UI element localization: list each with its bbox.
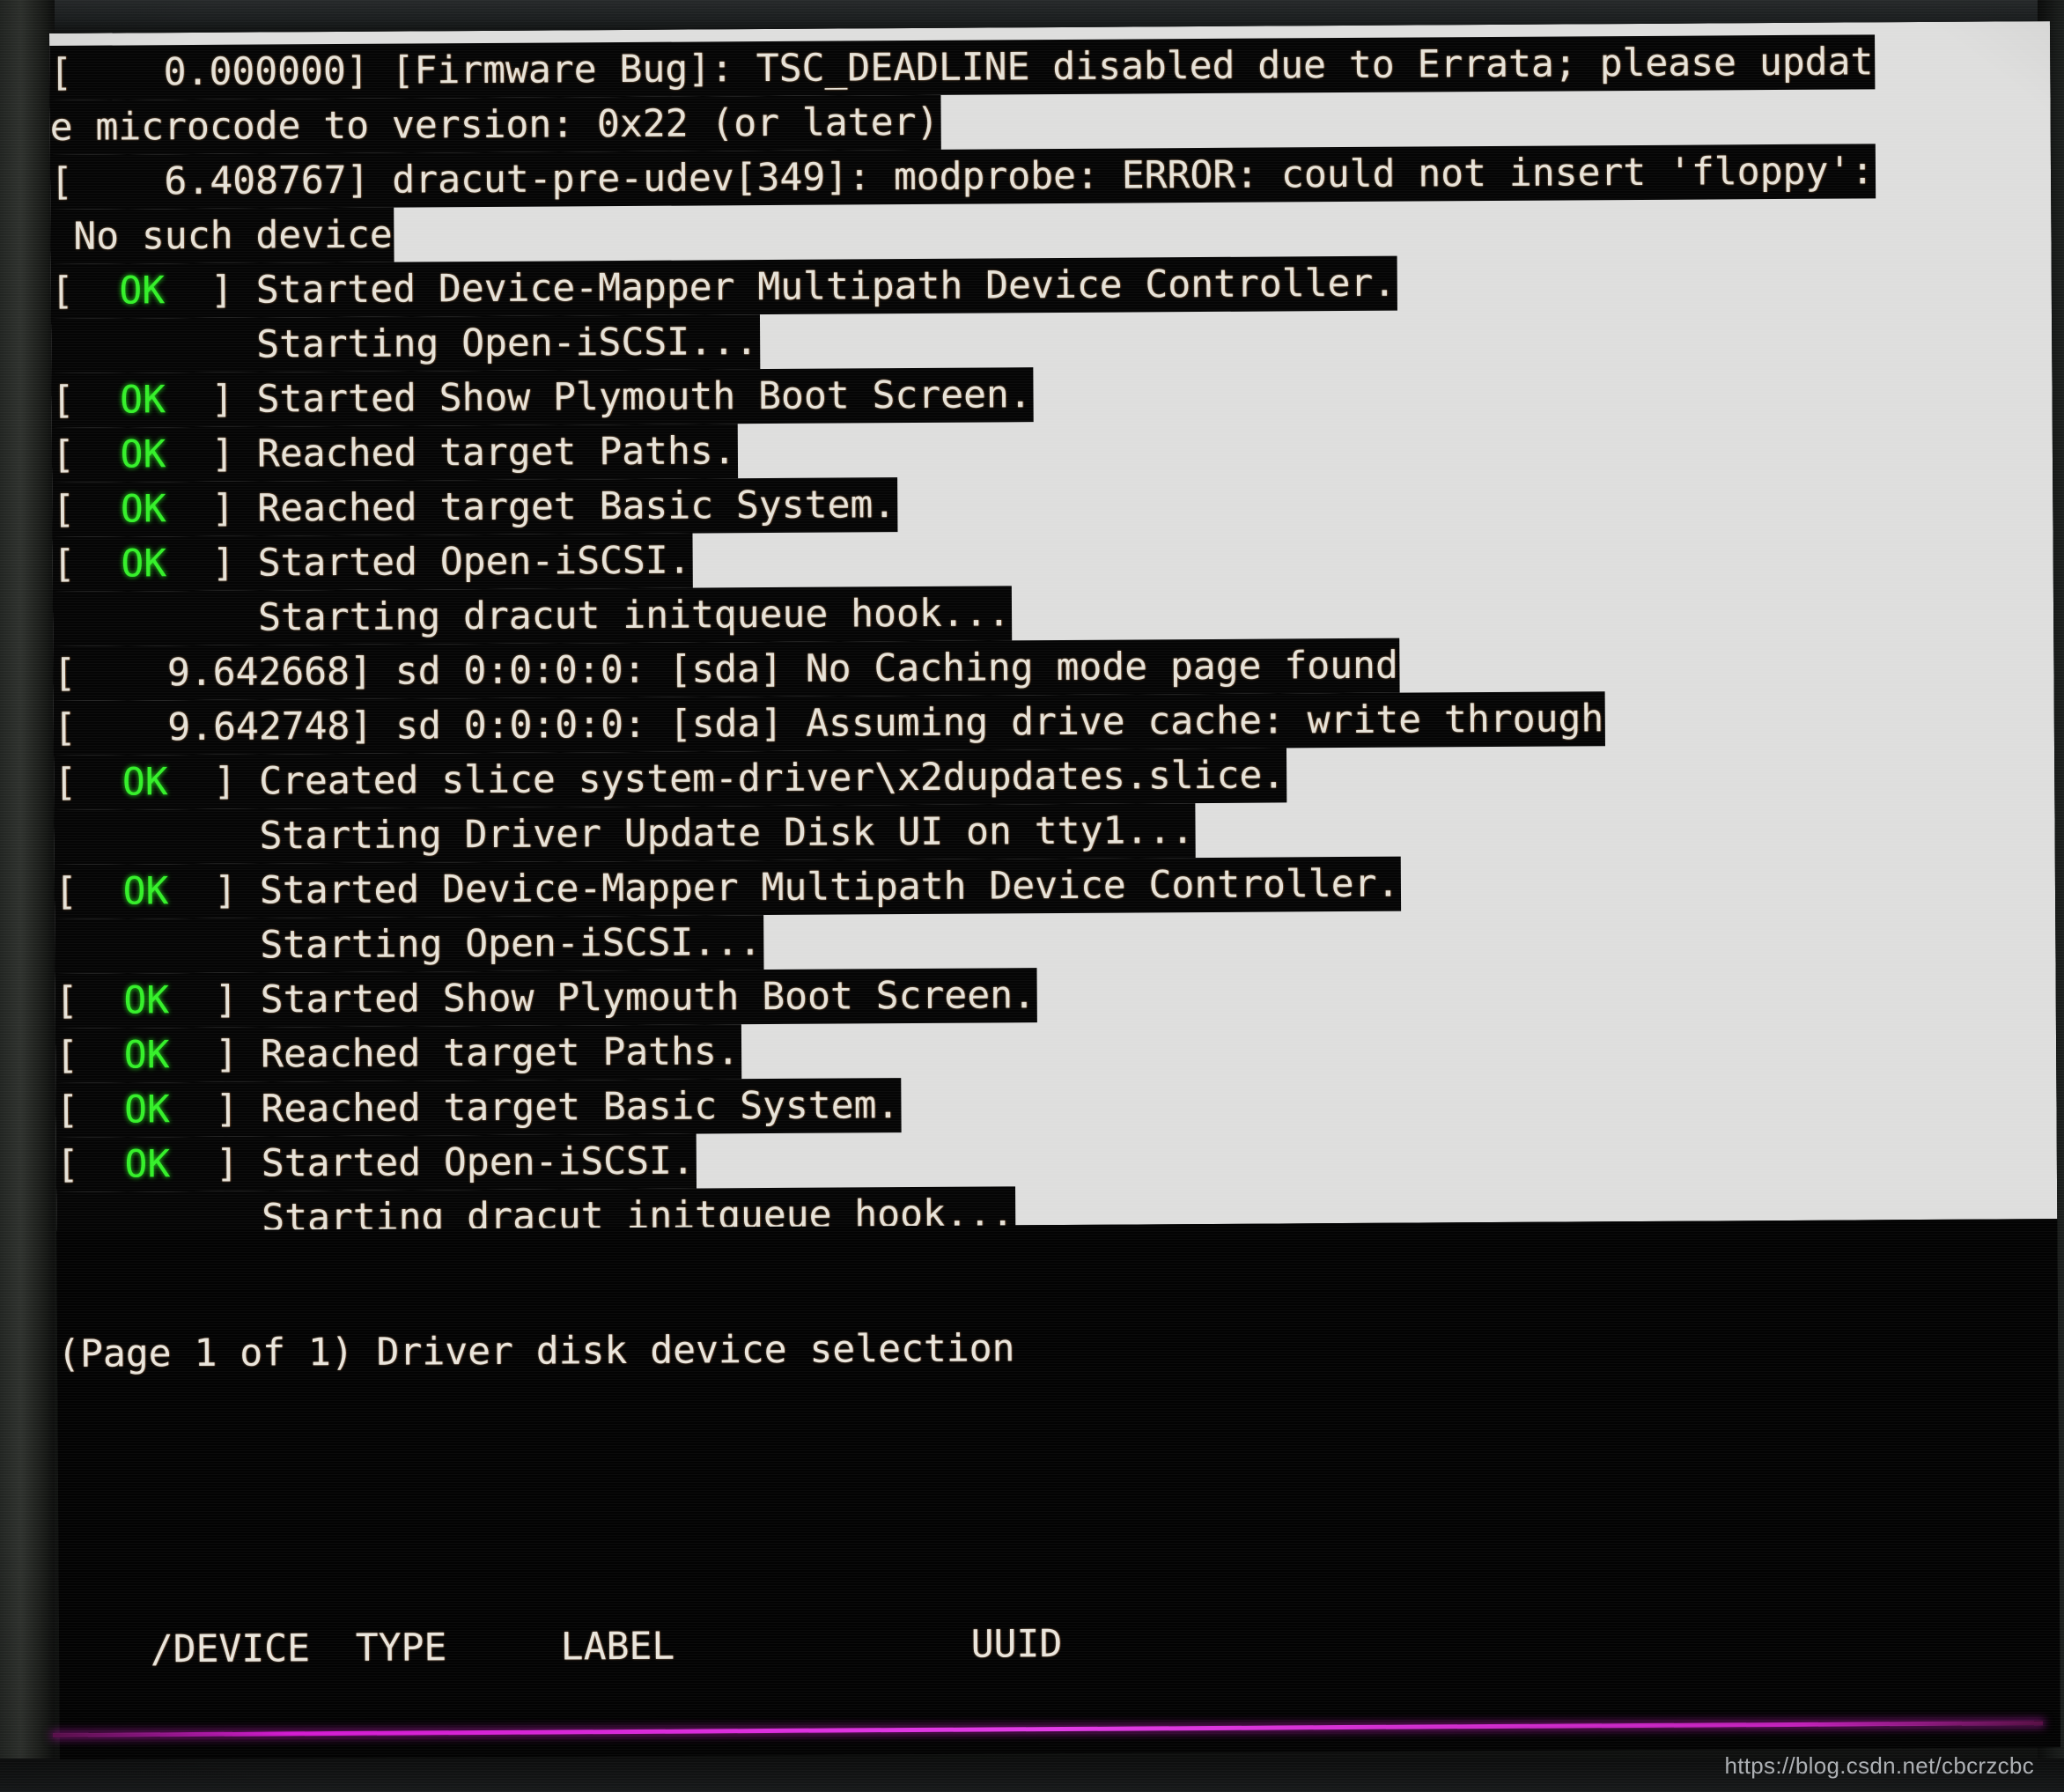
column-header-device: /DEVICE bbox=[150, 1626, 311, 1672]
boot-log-status-ok: OK bbox=[120, 378, 166, 423]
boot-log-bracket-open: [ bbox=[55, 978, 124, 1023]
boot-log-message: ] Reached target Basic System. bbox=[169, 1083, 900, 1132]
boot-log-line-text: [ OK ] Created slice system-driver\x2dup… bbox=[54, 748, 1287, 810]
boot-log-line-text: [ OK ] Started Open-iSCSI. bbox=[52, 533, 693, 592]
boot-log-line-text: [ OK ] Started Show Plymouth Boot Screen… bbox=[51, 367, 1034, 428]
boot-log-status-ok: OK bbox=[122, 760, 168, 805]
boot-log-message: e microcode to version: 0x22 (or later) bbox=[49, 100, 940, 150]
boot-log-message: Starting Driver Update Disk UI on tty1..… bbox=[54, 808, 1195, 859]
boot-log-message: ] Started Show Plymouth Boot Screen. bbox=[165, 372, 1032, 423]
boot-log-bracket-open: [ bbox=[55, 1033, 124, 1078]
boot-log-message: ] Started Open-iSCSI. bbox=[166, 538, 691, 586]
boot-log-status-ok: OK bbox=[120, 487, 166, 532]
boot-log-line-text: [ OK ] Reached target Basic System. bbox=[52, 477, 898, 537]
boot-log-message: ] Created slice system-driver\x2dupdates… bbox=[167, 753, 1286, 805]
boot-log-message: Starting dracut initqueue hook... bbox=[52, 591, 1011, 641]
selection-heading: (Page 1 of 1) Driver disk device selecti… bbox=[57, 1326, 1015, 1376]
boot-log-bracket-open: [ bbox=[51, 378, 121, 423]
boot-log-status-ok: OK bbox=[123, 978, 170, 1023]
boot-log-status-ok: OK bbox=[119, 269, 166, 313]
boot-log-message: ] Started Device-Mapper Multipath Device… bbox=[168, 861, 1400, 914]
boot-log-message: [ 9.642668] sd 0:0:0:0: [sda] No Caching… bbox=[53, 643, 1398, 696]
boot-log-message: Starting Open-iSCSI... bbox=[55, 920, 763, 969]
boot-log-line-text: e microcode to version: 0x22 (or later) bbox=[49, 94, 941, 155]
boot-log-message: ] Started Device-Mapper Multipath Device… bbox=[165, 261, 1397, 313]
boot-log-bracket-open: [ bbox=[54, 760, 123, 805]
boot-log-bracket-open: [ bbox=[52, 542, 122, 586]
boot-log-line-text: [ OK ] Started Show Plymouth Boot Screen… bbox=[55, 968, 1038, 1029]
boot-log-message: [ 9.642748] sd 0:0:0:0: [sda] Assuming d… bbox=[53, 697, 1604, 750]
console-screen[interactable]: [ 0.000000] [Firmware Bug]: TSC_DEADLINE… bbox=[49, 21, 2060, 1759]
column-header-type: TYPE bbox=[355, 1626, 447, 1670]
boot-log-status-ok: OK bbox=[124, 1142, 171, 1187]
driver-disk-selection-pane[interactable]: (Page 1 of 1) Driver disk device selecti… bbox=[56, 1219, 2060, 1759]
boot-log-status-ok: OK bbox=[120, 432, 166, 477]
boot-log-status-ok: OK bbox=[121, 542, 167, 586]
boot-log-message: ] Reached target Paths. bbox=[166, 429, 736, 477]
boot-log-line-text: No such device bbox=[50, 207, 394, 264]
boot-log-status-ok: OK bbox=[122, 869, 169, 914]
boot-log-bracket-open: [ bbox=[50, 269, 120, 313]
boot-log-bracket-open: [ bbox=[51, 432, 121, 477]
boot-log-line-text: Starting Driver Update Disk UI on tty1..… bbox=[54, 803, 1197, 865]
boot-log-line-text: [ OK ] Reached target Paths. bbox=[55, 1024, 741, 1083]
boot-log-message: ] Reached target Basic System. bbox=[166, 483, 896, 532]
boot-log-message: Starting Open-iSCSI... bbox=[51, 320, 758, 368]
boot-log-line-text: [ OK ] Started Device-Mapper Multipath D… bbox=[54, 856, 1402, 919]
csdn-watermark: https://blog.csdn.net/cbcrzcbc bbox=[1724, 1752, 2034, 1779]
boot-log-status-ok: OK bbox=[123, 1088, 171, 1132]
boot-log-message: ] Started Open-iSCSI. bbox=[170, 1139, 695, 1187]
boot-log-message: No such device bbox=[50, 212, 393, 259]
boot-log-message: ] Reached target Paths. bbox=[169, 1029, 740, 1078]
boot-log-line-text: [ 9.642668] sd 0:0:0:0: [sda] No Caching… bbox=[53, 638, 1401, 701]
column-header-label: LABEL bbox=[560, 1624, 675, 1670]
boot-log-line-text: [ 9.642748] sd 0:0:0:0: [sda] Assuming d… bbox=[53, 691, 1606, 756]
boot-log-line-text: Starting Open-iSCSI... bbox=[50, 314, 760, 373]
boot-log-bracket-open: [ bbox=[54, 869, 123, 914]
selection-column-headers: /DEVICE TYPE LABEL UUID bbox=[59, 1613, 2060, 1675]
monitor-bezel-left bbox=[0, 0, 55, 1792]
boot-log-message: [ 6.408767] dracut-pre-udev[349]: modpro… bbox=[49, 149, 1875, 204]
selection-spacer bbox=[58, 1465, 2059, 1527]
boot-log-line-text: [ OK ] Started Open-iSCSI. bbox=[55, 1133, 697, 1192]
boot-log-line-text: [ OK ] Reached target Paths. bbox=[51, 424, 738, 483]
column-header-uuid: UUID bbox=[970, 1622, 1063, 1667]
boot-log-line-text: Starting Open-iSCSI... bbox=[55, 915, 764, 974]
boot-log-bracket-open: [ bbox=[52, 487, 122, 532]
boot-log-line-text: [ OK ] Started Device-Mapper Multipath D… bbox=[50, 255, 1398, 319]
boot-log-bracket-open: [ bbox=[55, 1088, 125, 1132]
boot-log-line-text: [ OK ] Reached target Basic System. bbox=[55, 1078, 902, 1138]
boot-log-line-text: Starting dracut initqueue hook... bbox=[52, 586, 1013, 646]
monitor-photo: [ 0.000000] [Firmware Bug]: TSC_DEADLINE… bbox=[0, 0, 2064, 1792]
boot-log-lines: [ 0.000000] [Firmware Bug]: TSC_DEADLINE… bbox=[49, 33, 2058, 1411]
boot-log-bracket-open: [ bbox=[55, 1142, 125, 1187]
boot-log-message: [ 0.000000] [Firmware Bug]: TSC_DEADLINE… bbox=[49, 40, 1874, 95]
boot-log-message: ] Started Show Plymouth Boot Screen. bbox=[169, 973, 1036, 1023]
boot-log-status-ok: OK bbox=[123, 1033, 170, 1078]
